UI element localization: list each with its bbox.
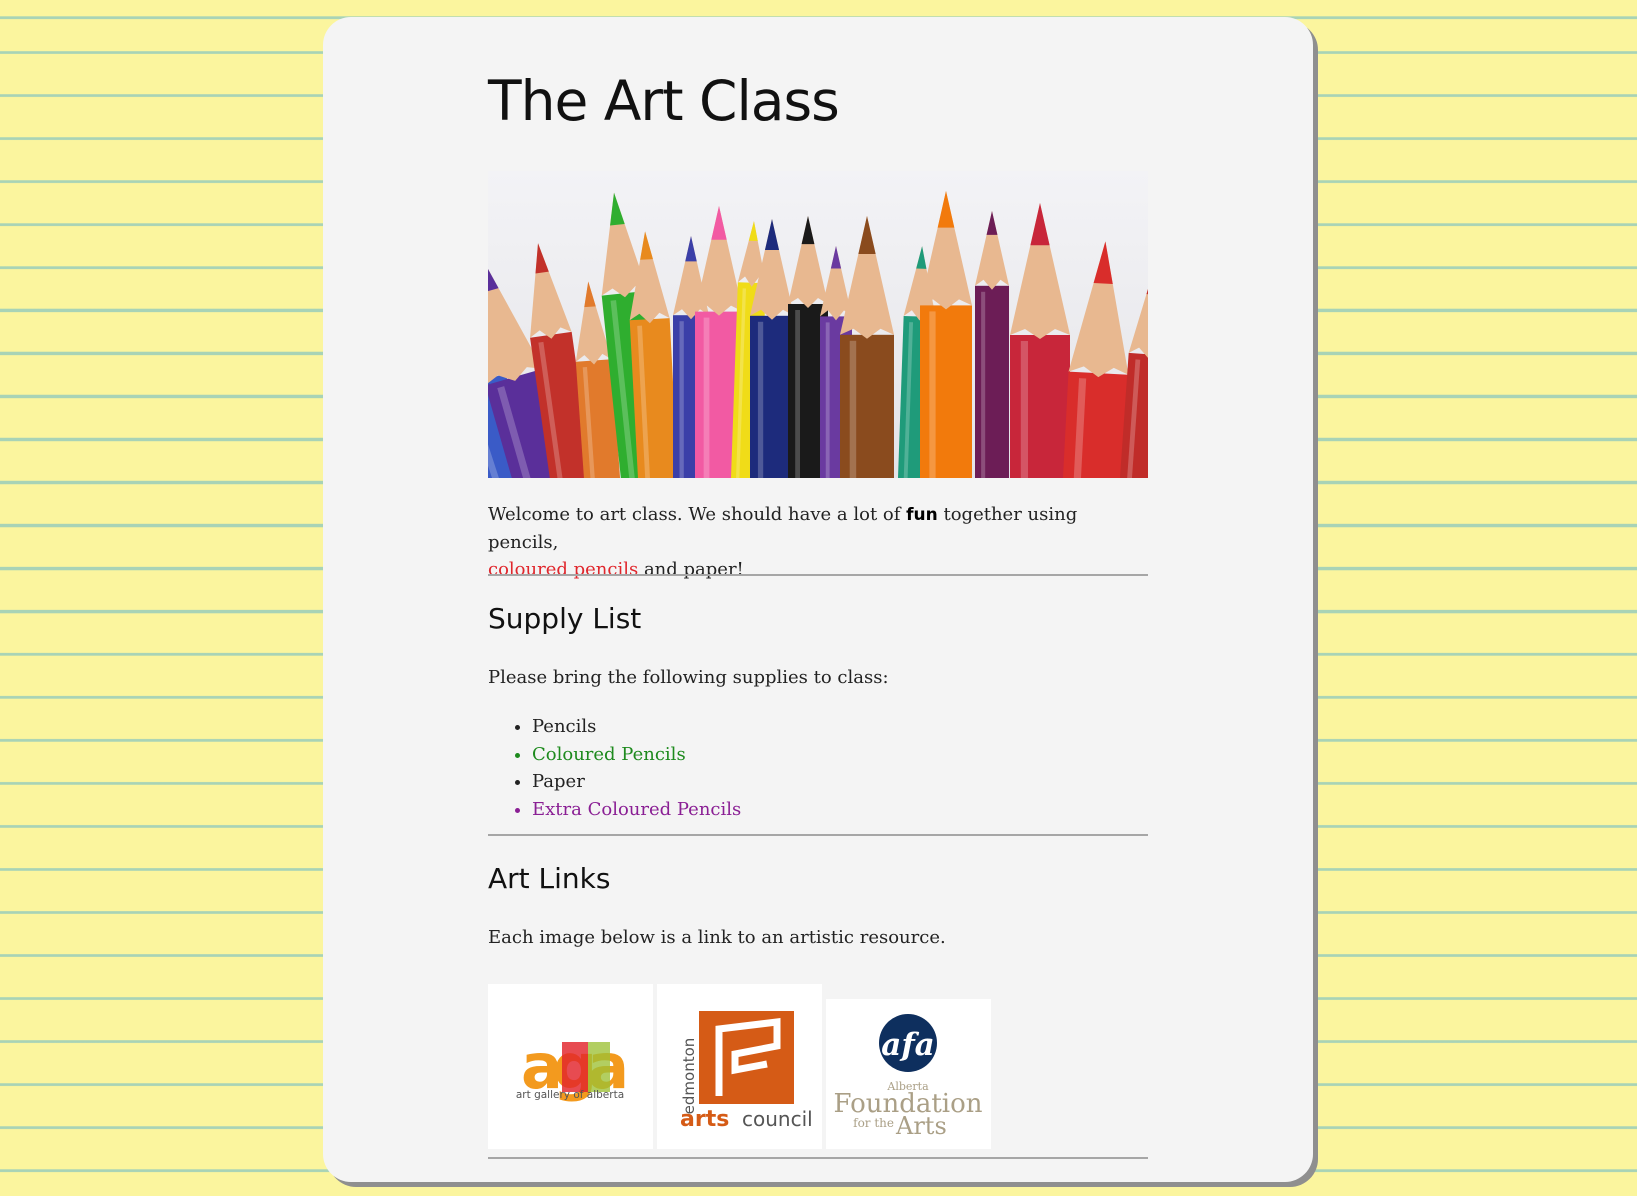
intro-highlight: coloured pencils: [488, 559, 639, 580]
art-gallery-of-alberta-link[interactable]: aga art gallery of alberta: [488, 984, 653, 1149]
aga-caption: art gallery of alberta: [516, 1089, 624, 1101]
pencils-illustration: [488, 171, 1148, 478]
intro-paragraph: Welcome to art class. We should have a l…: [488, 501, 1148, 583]
afa-monogram: afa: [881, 1027, 935, 1063]
intro-text-3: and paper!: [638, 559, 744, 580]
divider: [488, 1157, 1148, 1159]
divider: [488, 574, 1148, 576]
divider: [488, 834, 1148, 836]
afa-line-3a: for the: [853, 1116, 894, 1130]
supply-list: Pencils Coloured Pencils Paper Extra Col…: [488, 713, 741, 823]
list-item: Pencils: [532, 713, 741, 741]
intro-text-1: Welcome to art class. We should have a l…: [488, 504, 907, 525]
art-links-heading: Art Links: [488, 862, 611, 895]
afa-line-3b: Arts: [895, 1112, 947, 1140]
eac-city-text: edmonton: [680, 1038, 698, 1115]
supply-list-heading: Supply List: [488, 602, 642, 635]
list-item: Paper: [532, 768, 741, 796]
list-item: Coloured Pencils: [532, 741, 741, 769]
hero-pencils-image: [488, 171, 1148, 478]
page-card: The Art Class Welcome to art class. We s…: [323, 17, 1313, 1182]
afa-logo-icon: afa Alberta Foundation for the Arts: [833, 1014, 983, 1140]
art-links: aga art gallery of alberta edmonton arts…: [488, 984, 991, 1149]
eac-word-arts: arts: [680, 1107, 729, 1132]
intro-emphasis: fun: [906, 505, 938, 525]
supply-list-description: Please bring the following supplies to c…: [488, 667, 889, 688]
page-title: The Art Class: [488, 69, 840, 133]
art-links-description: Each image below is a link to an artisti…: [488, 927, 946, 948]
eac-logo-icon: edmonton arts council: [680, 1011, 813, 1132]
eac-word-council: council: [742, 1107, 813, 1131]
alberta-foundation-for-the-arts-link[interactable]: afa Alberta Foundation for the Arts: [826, 999, 991, 1149]
aga-logo-icon: aga art gallery of alberta: [516, 1030, 634, 1103]
edmonton-arts-council-link[interactable]: edmonton arts council: [657, 984, 822, 1149]
list-item: Extra Coloured Pencils: [532, 796, 741, 824]
